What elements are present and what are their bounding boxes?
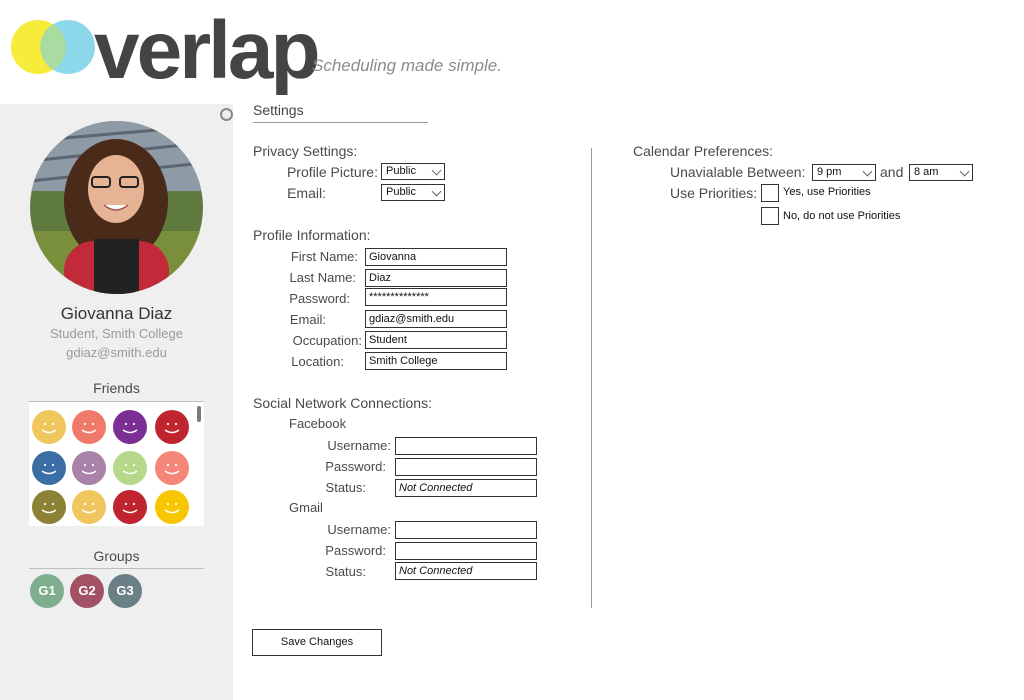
smiley-face-icon (122, 463, 138, 475)
chevron-down-icon (431, 186, 442, 197)
smiley-face-icon (81, 502, 97, 514)
last-name-label: Last Name: (289, 270, 356, 285)
friend-avatar[interactable] (155, 451, 189, 485)
settings-gear-icon[interactable] (220, 108, 233, 121)
group-avatar[interactable]: G3 (108, 574, 142, 608)
smiley-face-icon (164, 422, 180, 434)
select-value: Public (386, 165, 416, 177)
use-priorities-yes-checkbox[interactable] (761, 184, 779, 202)
location-field[interactable]: Smith College (365, 352, 507, 370)
and-label: and (880, 164, 904, 180)
logo-wordmark: verlap (94, 5, 321, 96)
smiley-face-icon (41, 422, 57, 434)
column-divider (591, 148, 592, 608)
profile-picture-select[interactable]: Public (381, 163, 445, 180)
password-label: Password: (289, 291, 350, 306)
smiley-face-icon (122, 502, 138, 514)
chevron-down-icon (862, 166, 873, 177)
first-name-field[interactable]: Giovanna (365, 248, 507, 266)
chevron-down-icon (431, 165, 442, 176)
email-field[interactable]: gdiaz@smith.edu (365, 310, 507, 328)
logo-circles (11, 20, 95, 74)
unavailable-from-select[interactable]: 9 pm (812, 164, 876, 181)
friends-scrollbar[interactable] (197, 406, 201, 422)
privacy-email-label: Email: (287, 185, 326, 201)
smiley-face-icon (122, 422, 138, 434)
occupation-label: Occupation: (292, 333, 362, 348)
group-avatar[interactable]: G1 (30, 574, 64, 608)
smiley-face-icon (41, 463, 57, 475)
social-heading: Social Network Connections: (253, 395, 432, 411)
first-name-label: First Name: (290, 249, 358, 264)
friend-avatar[interactable] (113, 451, 147, 485)
priorities-label: Use Priorities: (670, 185, 758, 201)
friend-avatar[interactable] (113, 490, 147, 524)
gmail-password-label: Password: (325, 543, 386, 558)
groups-title: Groups (93, 548, 140, 564)
occupation-field[interactable]: Student (365, 331, 507, 349)
facebook-password-label: Password: (325, 459, 386, 474)
privacy-heading: Privacy Settings: (253, 143, 358, 159)
facebook-title: Facebook (289, 416, 347, 431)
use-priorities-no-label: No, do not use Priorities (783, 210, 901, 222)
calendar-heading: Calendar Preferences: (633, 143, 774, 159)
facebook-username-label: Username: (327, 438, 391, 453)
friend-avatar[interactable] (72, 490, 106, 524)
password-field[interactable]: ************** (365, 288, 507, 306)
email-label: Email: (289, 312, 326, 327)
smiley-face-icon (81, 422, 97, 434)
user-name: Giovanna Diaz (60, 304, 173, 323)
gmail-title: Gmail (289, 500, 323, 515)
facebook-username-field[interactable] (395, 437, 537, 455)
email-privacy-select[interactable]: Public (381, 184, 445, 201)
page-title: Settings (253, 102, 304, 118)
friend-avatar[interactable] (32, 410, 66, 444)
profile-heading: Profile Information: (253, 227, 371, 243)
gmail-username-field[interactable] (395, 521, 537, 539)
group-avatar[interactable]: G2 (70, 574, 104, 608)
select-value: 8 am (914, 166, 939, 178)
title-underline (253, 122, 428, 123)
last-name-field[interactable]: Diaz (365, 269, 507, 287)
user-email: gdiaz@smith.edu (66, 345, 167, 360)
facebook-status-field: Not Connected (395, 479, 537, 497)
friend-avatar[interactable] (32, 490, 66, 524)
avatar (30, 121, 203, 294)
gmail-status-label: Status: (325, 564, 366, 579)
smiley-face-icon (164, 502, 180, 514)
friend-avatar[interactable] (113, 410, 147, 444)
facebook-password-field[interactable] (395, 458, 537, 476)
unavailable-label: Unavialable Between: (670, 164, 806, 180)
use-priorities-no-checkbox[interactable] (761, 207, 779, 225)
facebook-status-label: Status: (325, 480, 366, 495)
unavailable-to-select[interactable]: 8 am (909, 164, 973, 181)
groups-divider (29, 568, 204, 569)
gmail-username-label: Username: (327, 522, 391, 537)
tagline: Scheduling made simple. (312, 56, 502, 75)
gmail-password-field[interactable] (395, 542, 537, 560)
friend-avatar[interactable] (72, 410, 106, 444)
smiley-face-icon (41, 502, 57, 514)
friend-avatar[interactable] (72, 451, 106, 485)
gmail-status-field: Not Connected (395, 562, 537, 580)
select-value: Public (386, 186, 416, 198)
smiley-face-icon (164, 463, 180, 475)
select-value: 9 pm (817, 166, 842, 178)
use-priorities-yes-label: Yes, use Priorities (783, 186, 871, 198)
profile-picture-label: Profile Picture: (286, 164, 378, 180)
location-label: Location: (291, 354, 344, 369)
chevron-down-icon (959, 166, 970, 177)
friends-title: Friends (93, 380, 140, 396)
friend-avatar[interactable] (155, 490, 189, 524)
friend-avatar[interactable] (32, 451, 66, 485)
friend-avatar[interactable] (155, 410, 189, 444)
smiley-face-icon (81, 463, 97, 475)
user-role: Student, Smith College (50, 326, 183, 341)
save-changes-button[interactable]: Save Changes (252, 629, 382, 656)
